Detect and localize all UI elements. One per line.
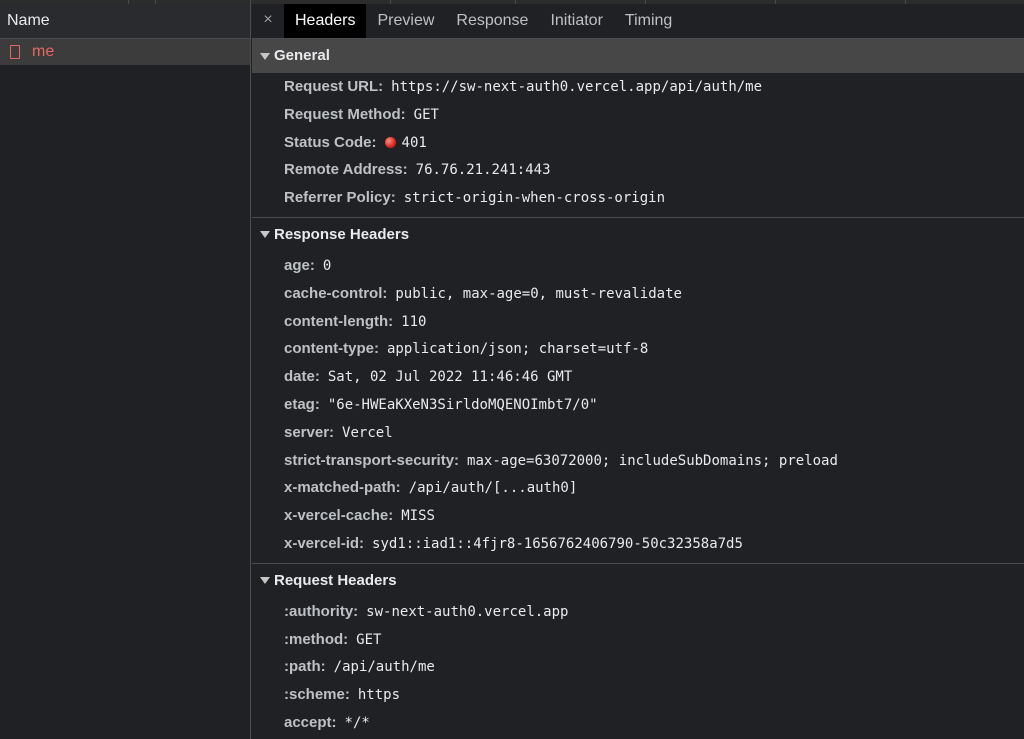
header-key: content-length: [284, 312, 394, 330]
header-row: :path: /api/auth/me [252, 653, 1024, 681]
header-value: sw-next-auth0.vercel.app [366, 603, 569, 620]
header-key: :method: [284, 630, 349, 648]
header-key: server: [284, 423, 335, 441]
tab-initiator[interactable]: Initiator [539, 4, 613, 38]
header-row: :scheme: https [252, 681, 1024, 709]
header-key: Request Method: [284, 105, 406, 123]
header-row: x-vercel-cache: MISS [252, 502, 1024, 530]
header-value: syd1::iad1::4fjr8-1656762406790-50c32358… [372, 535, 743, 552]
header-value: GET [413, 106, 439, 123]
header-value: strict-origin-when-cross-origin [403, 190, 666, 207]
general-section-header[interactable]: General [252, 39, 1024, 73]
header-row: x-vercel-id: syd1::iad1::4fjr8-1656762406… [252, 530, 1024, 558]
document-icon [10, 45, 20, 59]
header-key: Remote Address: [284, 161, 408, 179]
header-row: etag: "6e-HWEaKXeN3SirldoMQENOImbt7/0" [252, 391, 1024, 419]
status-error-icon [384, 136, 396, 148]
header-row: cache-control: public, max-age=0, must-re… [252, 280, 1024, 308]
header-row: content-length: 110 [252, 308, 1024, 336]
header-key: etag: [284, 395, 320, 413]
header-row: content-type: application/json; charset=u… [252, 335, 1024, 363]
header-value: 76.76.21.241:443 [415, 162, 551, 179]
header-value: 0 [322, 257, 332, 274]
header-row: :authority: sw-next-auth0.vercel.app [252, 598, 1024, 626]
general-rows: Request URL: https://sw-next-auth0.vercel… [252, 73, 1024, 217]
header-value: /api/auth/me [333, 659, 435, 676]
header-key: accept: [284, 713, 337, 731]
header-key: Request URL: [284, 78, 384, 95]
tab-response[interactable]: Response [445, 4, 539, 38]
header-value: 110 [401, 313, 427, 330]
header-row: age: 0 [252, 252, 1024, 280]
header-value: public, max-age=0, must-revalidate [395, 285, 682, 302]
section-title: Request Headers [274, 571, 397, 589]
response-headers-rows: age: 0 cache-control: public, max-age=0, m… [252, 252, 1024, 563]
triangle-down-icon [260, 52, 270, 60]
header-row: x-matched-path: /api/auth/[...auth0] [252, 474, 1024, 502]
header-row: Status Code: 401 [252, 129, 1024, 157]
request-headers-section-header[interactable]: Request Headers [252, 564, 1024, 598]
header-key: date: [284, 368, 320, 386]
details-tab-bar: × Headers Preview Response Initiator Tim… [252, 4, 1024, 39]
header-key: age: [284, 256, 315, 274]
header-value: GET [356, 631, 382, 648]
header-row: server: Vercel [252, 419, 1024, 447]
header-key: :scheme: [284, 686, 350, 704]
header-value: Vercel [342, 424, 393, 441]
header-key: x-vercel-id: [284, 534, 365, 552]
triangle-down-icon [260, 577, 270, 585]
header-key: content-type: [284, 340, 379, 358]
header-key: cache-control: [284, 284, 388, 302]
name-column-header[interactable]: Name [0, 4, 250, 39]
header-row: accept: */* [252, 709, 1024, 737]
header-row: Referrer Policy: strict-origin-when-cross… [252, 184, 1024, 212]
section-title: Response Headers [274, 225, 410, 243]
section-title: General [274, 47, 330, 64]
header-key: :authority: [284, 602, 359, 620]
header-key: x-vercel-cache: [284, 507, 394, 525]
header-row: :method: GET [252, 626, 1024, 654]
request-list-panel: Name me [0, 4, 251, 739]
request-details-panel: × Headers Preview Response Initiator Tim… [252, 4, 1024, 739]
header-value: "6e-HWEaKXeN3SirldoMQENOImbt7/0" [327, 396, 598, 413]
header-key: strict-transport-security: [284, 451, 460, 469]
tab-headers[interactable]: Headers [284, 4, 367, 38]
request-row-me[interactable]: me [0, 39, 250, 65]
header-key: :path: [284, 658, 326, 676]
header-row: Request URL: https://sw-next-auth0.vercel… [252, 73, 1024, 101]
header-key: Status Code: [284, 133, 377, 151]
tab-timing[interactable]: Timing [614, 4, 683, 38]
triangle-down-icon [260, 231, 270, 239]
header-row: date: Sat, 02 Jul 2022 11:46:46 GMT [252, 363, 1024, 391]
request-headers-rows: :authority: sw-next-auth0.vercel.app :met… [252, 598, 1024, 739]
header-value: MISS [401, 508, 435, 525]
header-value: /api/auth/[...auth0] [408, 480, 578, 497]
header-value: application/json; charset=utf-8 [387, 341, 649, 358]
header-value: https://sw-next-auth0.vercel.app/api/aut… [391, 79, 763, 95]
request-name: me [32, 43, 55, 60]
header-row: Request Method: GET [252, 101, 1024, 129]
header-value: 401 [401, 134, 427, 151]
close-icon[interactable]: × [252, 4, 284, 38]
tab-preview[interactable]: Preview [366, 4, 445, 38]
header-value: */* [344, 714, 370, 731]
header-row: strict-transport-security: max-age=630720… [252, 447, 1024, 475]
response-headers-section-header[interactable]: Response Headers [252, 218, 1024, 252]
header-value: Sat, 02 Jul 2022 11:46:46 GMT [327, 369, 573, 386]
header-row: Remote Address: 76.76.21.241:443 [252, 156, 1024, 184]
header-key: Referrer Policy: [284, 189, 396, 207]
header-value: https [357, 687, 401, 704]
header-value: max-age=63072000; includeSubDomains; pre… [467, 452, 838, 469]
header-key: x-matched-path: [284, 479, 401, 497]
